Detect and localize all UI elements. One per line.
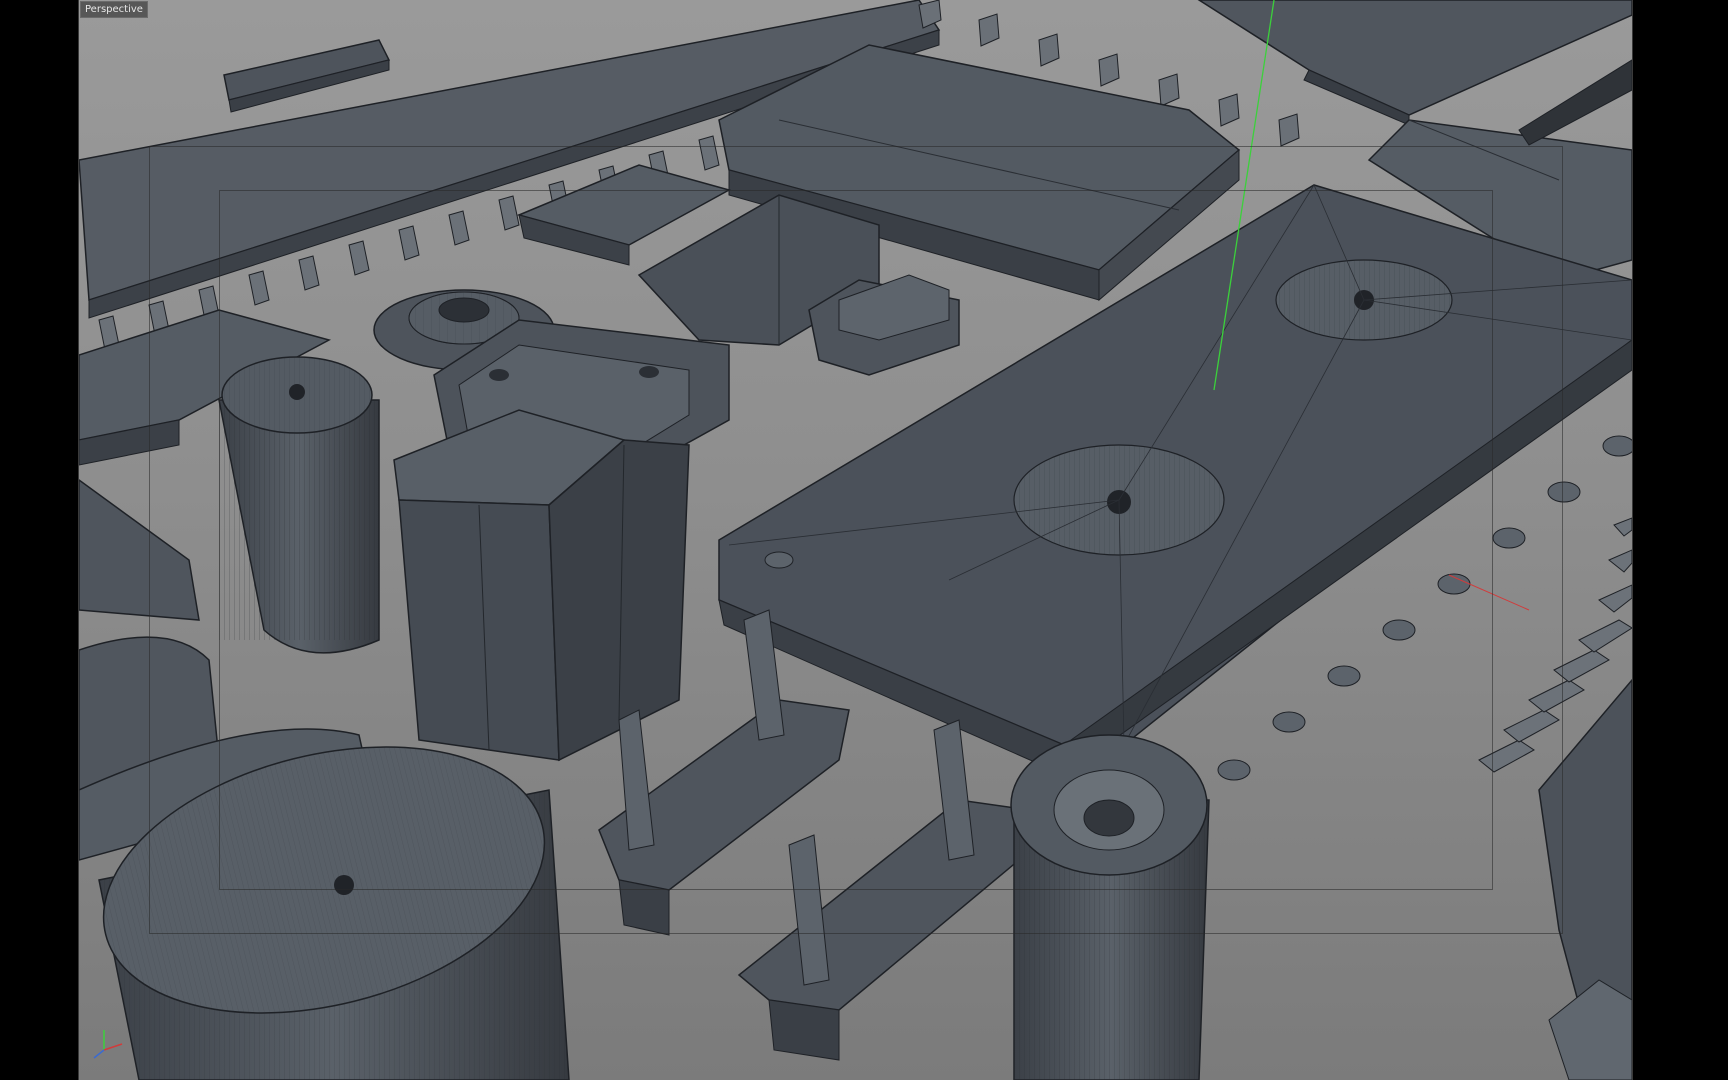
viewport-scene: [79, 0, 1632, 1080]
chip-left-lower[interactable]: [79, 479, 200, 621]
axis-gizmo-icon: [93, 1030, 123, 1059]
cylinder-capacitor-center[interactable]: [1010, 734, 1210, 1080]
cylinder-capacitor-left[interactable]: [218, 356, 380, 654]
connector-block[interactable]: [393, 319, 730, 762]
ribbon-connector[interactable]: [1518, 59, 1632, 146]
small-component-top[interactable]: [223, 39, 391, 113]
3d-viewport[interactable]: Perspective: [78, 0, 1633, 1080]
chip-right-edge[interactable]: [1538, 678, 1632, 1080]
viewport-label[interactable]: Perspective: [80, 1, 148, 18]
